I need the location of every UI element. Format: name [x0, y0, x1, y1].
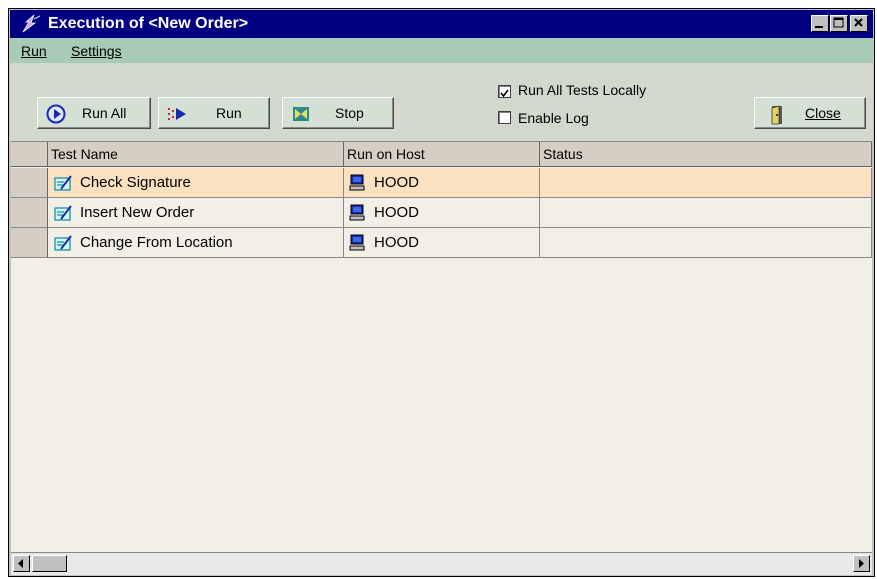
tests-grid: Test Name Run on Host Status Check Signa… [11, 141, 872, 553]
arrow-left-icon [18, 559, 23, 568]
close-button[interactable]: Close [754, 97, 866, 129]
menu-settings[interactable]: Settings [71, 43, 122, 59]
run-all-label: Run All [82, 105, 127, 121]
run-arrow-icon [168, 108, 186, 120]
minimize-icon [815, 26, 823, 28]
column-header-test-name[interactable]: Test Name [48, 142, 344, 167]
arrow-right-icon [859, 559, 864, 568]
test-name: Change From Location [80, 234, 233, 251]
table-row[interactable]: Change From Location HOOD [11, 228, 872, 258]
scroll-thumb[interactable] [32, 555, 67, 572]
execution-window: Execution of <New Order> Run Settings Ru… [8, 8, 875, 577]
status-cell[interactable] [540, 198, 872, 228]
run-button[interactable]: Run [158, 97, 270, 129]
scroll-right-button[interactable] [853, 555, 870, 572]
title-bar[interactable]: Execution of <New Order> [10, 10, 873, 38]
status-cell[interactable] [540, 168, 872, 198]
toolbar: Run All Run Stop Run All Tests Locally E… [10, 63, 873, 141]
exit-door-icon [771, 105, 782, 125]
menu-run[interactable]: Run [21, 43, 47, 59]
test-name-cell[interactable]: Insert New Order [48, 198, 344, 228]
maximize-icon [833, 17, 844, 28]
close-icon [854, 18, 863, 27]
enable-log-checkbox[interactable] [498, 111, 511, 124]
test-name: Insert New Order [80, 204, 195, 221]
scroll-left-button[interactable] [13, 555, 30, 572]
window-close-button[interactable] [850, 15, 868, 32]
computer-icon [349, 204, 365, 221]
stop-button[interactable]: Stop [282, 97, 394, 129]
minimize-button[interactable] [811, 15, 829, 32]
stop-label: Stop [335, 105, 364, 121]
test-name-cell[interactable]: Change From Location [48, 228, 344, 258]
table-row[interactable]: Check Signature HOOD [11, 168, 872, 198]
run-all-button[interactable]: Run All [37, 97, 151, 129]
enable-log-label[interactable]: Enable Log [518, 110, 589, 126]
test-name: Check Signature [80, 174, 191, 191]
test-script-icon [54, 175, 72, 191]
column-header-run-on-host[interactable]: Run on Host [344, 142, 540, 167]
column-header-status[interactable]: Status [540, 142, 872, 167]
row-header-corner [11, 142, 48, 167]
test-name-cell[interactable]: Check Signature [48, 168, 344, 198]
test-script-icon [54, 205, 72, 221]
window-title: Execution of <New Order> [48, 15, 249, 32]
horizontal-scrollbar[interactable] [11, 552, 872, 575]
host-cell[interactable]: HOOD [344, 228, 540, 258]
play-circle-icon [46, 104, 66, 124]
checkmark-icon [500, 89, 509, 98]
app-lightning-icon [22, 14, 41, 33]
run-all-locally-label[interactable]: Run All Tests Locally [518, 82, 646, 98]
computer-icon [349, 234, 365, 251]
table-row[interactable]: Insert New Order HOOD [11, 198, 872, 228]
maximize-button[interactable] [830, 15, 848, 32]
run-label: Run [216, 105, 242, 121]
host-cell[interactable]: HOOD [344, 168, 540, 198]
row-selector[interactable] [11, 198, 48, 228]
host-name: HOOD [374, 234, 419, 251]
status-cell[interactable] [540, 228, 872, 258]
computer-icon [349, 174, 365, 191]
run-all-locally-checkbox[interactable] [498, 85, 511, 98]
test-script-icon [54, 235, 72, 251]
host-name: HOOD [374, 174, 419, 191]
host-name: HOOD [374, 204, 419, 221]
row-selector[interactable] [11, 228, 48, 258]
menu-bar: Run Settings [10, 38, 873, 63]
host-cell[interactable]: HOOD [344, 198, 540, 228]
stop-icon [293, 107, 309, 121]
close-label: Close [805, 105, 841, 121]
row-selector[interactable] [11, 168, 48, 198]
